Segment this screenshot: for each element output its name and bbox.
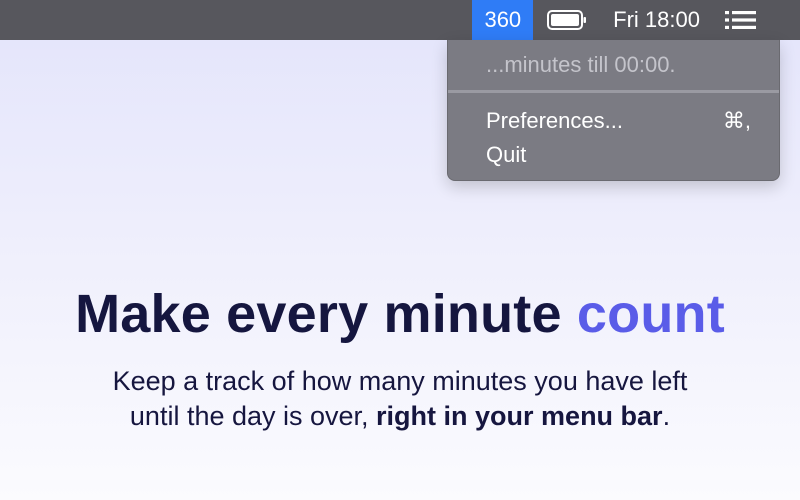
headline-main: Make every minute bbox=[75, 284, 577, 344]
subtitle-line-2-end: . bbox=[662, 401, 671, 431]
menu-bar: 360 Fri 18:00 bbox=[0, 0, 800, 40]
subtitle: Keep a track of how many minutes you hav… bbox=[0, 364, 800, 434]
minutes-counter-label: 360 bbox=[484, 7, 522, 32]
menu-item-preferences[interactable]: Preferences... ⌘, bbox=[486, 108, 751, 134]
menu-item-quit[interactable]: Quit bbox=[486, 142, 751, 168]
status-item-dropdown-menu: ...minutes till 00:00. Preferences... ⌘,… bbox=[447, 40, 780, 181]
subtitle-line-2-bold: right in your menu bar bbox=[376, 401, 663, 431]
menu-separator bbox=[448, 90, 779, 93]
menu-item-preferences-shortcut: ⌘, bbox=[722, 108, 751, 133]
subtitle-line-1: Keep a track of how many minutes you hav… bbox=[112, 366, 688, 396]
menu-item-quit-label: Quit bbox=[486, 142, 527, 167]
menu-bar-clock[interactable]: Fri 18:00 bbox=[613, 0, 700, 40]
minutes-remaining-info: ...minutes till 00:00. bbox=[486, 52, 676, 77]
minutes-counter-menu-extra[interactable]: 360 bbox=[472, 0, 534, 40]
headline: Make every minute count bbox=[0, 283, 800, 345]
menu-item-preferences-label: Preferences... bbox=[486, 108, 623, 133]
clock-label: Fri 18:00 bbox=[613, 7, 700, 32]
subtitle-line-2-start: until the day is over, bbox=[129, 401, 377, 431]
battery-icon[interactable] bbox=[547, 0, 587, 40]
list-icon[interactable] bbox=[724, 0, 758, 40]
headline-accent: count bbox=[576, 284, 725, 344]
